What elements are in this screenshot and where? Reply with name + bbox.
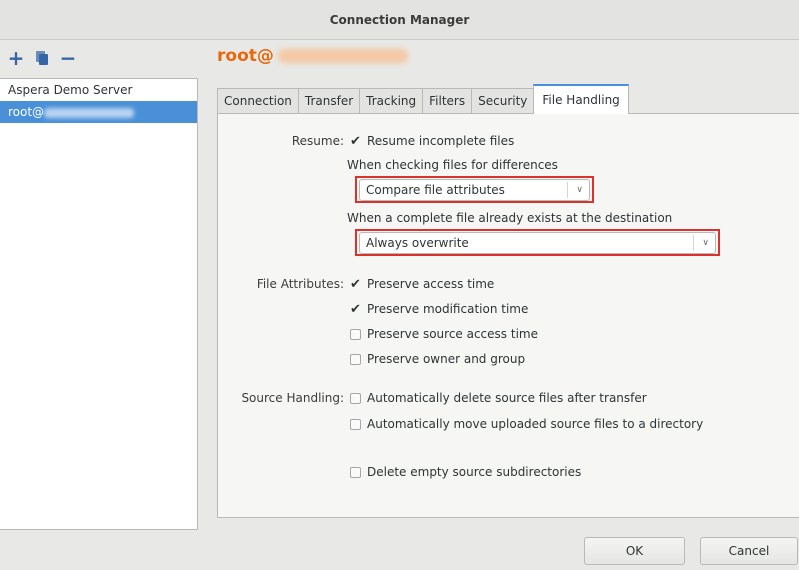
redacted-host xyxy=(277,49,408,63)
file-attributes-label: File Attributes: xyxy=(256,277,344,291)
option-auto-move-source[interactable]: Automatically move uploaded source files… xyxy=(350,417,703,431)
checkbox-checked-icon[interactable]: ✔ xyxy=(350,303,361,316)
tab-file-handling[interactable]: File Handling xyxy=(533,84,629,114)
option-label: Delete empty source subdirectories xyxy=(367,465,582,479)
server-item-aspera-demo[interactable]: Aspera Demo Server xyxy=(0,79,197,101)
option-label: Preserve access time xyxy=(367,277,495,291)
server-toolbar: + − xyxy=(8,46,77,70)
exists-select-value: Always overwrite xyxy=(366,236,469,250)
resume-checkbox-label: Resume incomplete files xyxy=(367,134,515,148)
option-preserve-access-time[interactable]: ✔ Preserve access time xyxy=(350,277,494,291)
option-label: Preserve owner and group xyxy=(367,352,526,366)
tab-transfer[interactable]: Transfer xyxy=(297,88,361,114)
chevron-down-icon: ∨ xyxy=(693,235,709,251)
checkbox-unchecked-icon[interactable] xyxy=(350,418,361,430)
tab-filters[interactable]: Filters xyxy=(422,88,473,114)
option-preserve-source-access-time[interactable]: Preserve source access time xyxy=(350,327,538,341)
resume-checkbox-row[interactable]: ✔ Resume incomplete files xyxy=(350,134,514,148)
minus-icon[interactable]: − xyxy=(60,48,77,68)
option-auto-delete-source[interactable]: Automatically delete source files after … xyxy=(350,391,647,405)
checkbox-unchecked-icon[interactable] xyxy=(350,392,361,404)
page-title: root@ xyxy=(217,46,274,66)
exists-select[interactable]: Always overwrite ∨ xyxy=(359,232,716,254)
window-title: Connection Manager xyxy=(0,0,799,40)
option-label: Preserve source access time xyxy=(367,327,538,341)
server-item-label: root@ xyxy=(8,105,45,119)
option-preserve-owner-group[interactable]: Preserve owner and group xyxy=(350,352,525,366)
option-preserve-modification-time[interactable]: ✔ Preserve modification time xyxy=(350,302,528,316)
diff-select[interactable]: Compare file attributes ∨ xyxy=(359,179,590,201)
checkbox-unchecked-icon[interactable] xyxy=(350,466,361,478)
chevron-down-icon: ∨ xyxy=(567,182,583,198)
checkbox-unchecked-icon[interactable] xyxy=(350,328,361,340)
resume-label: Resume: xyxy=(291,134,344,148)
tab-connection[interactable]: Connection xyxy=(217,88,299,114)
plus-icon[interactable]: + xyxy=(8,48,25,68)
redacted-host xyxy=(44,107,135,118)
option-delete-empty-subdirs[interactable]: Delete empty source subdirectories xyxy=(350,465,581,479)
tab-bar: Connection Transfer Tracking Filters Sec… xyxy=(217,84,629,114)
diff-caption: When checking files for differences xyxy=(347,158,558,172)
checkbox-unchecked-icon[interactable] xyxy=(350,353,361,365)
server-item-root[interactable]: root@ xyxy=(0,101,197,123)
cancel-button[interactable]: Cancel xyxy=(700,537,798,565)
server-item-label: Aspera Demo Server xyxy=(8,83,133,97)
duplicate-icon[interactable] xyxy=(34,48,50,68)
diff-select-value: Compare file attributes xyxy=(366,183,505,197)
connection-header: root@ xyxy=(217,46,408,66)
checkbox-checked-icon[interactable]: ✔ xyxy=(350,135,361,148)
server-list: Aspera Demo Server root@ xyxy=(0,78,198,530)
tab-tracking[interactable]: Tracking xyxy=(359,88,424,114)
option-label: Automatically delete source files after … xyxy=(367,391,647,405)
option-label: Automatically move uploaded source files… xyxy=(367,417,704,431)
exists-caption: When a complete file already exists at t… xyxy=(347,211,673,225)
ok-button[interactable]: OK xyxy=(584,537,685,565)
source-handling-label: Source Handling: xyxy=(241,391,344,405)
option-label: Preserve modification time xyxy=(367,302,529,316)
tab-security[interactable]: Security xyxy=(471,88,535,114)
checkbox-checked-icon[interactable]: ✔ xyxy=(350,278,361,291)
